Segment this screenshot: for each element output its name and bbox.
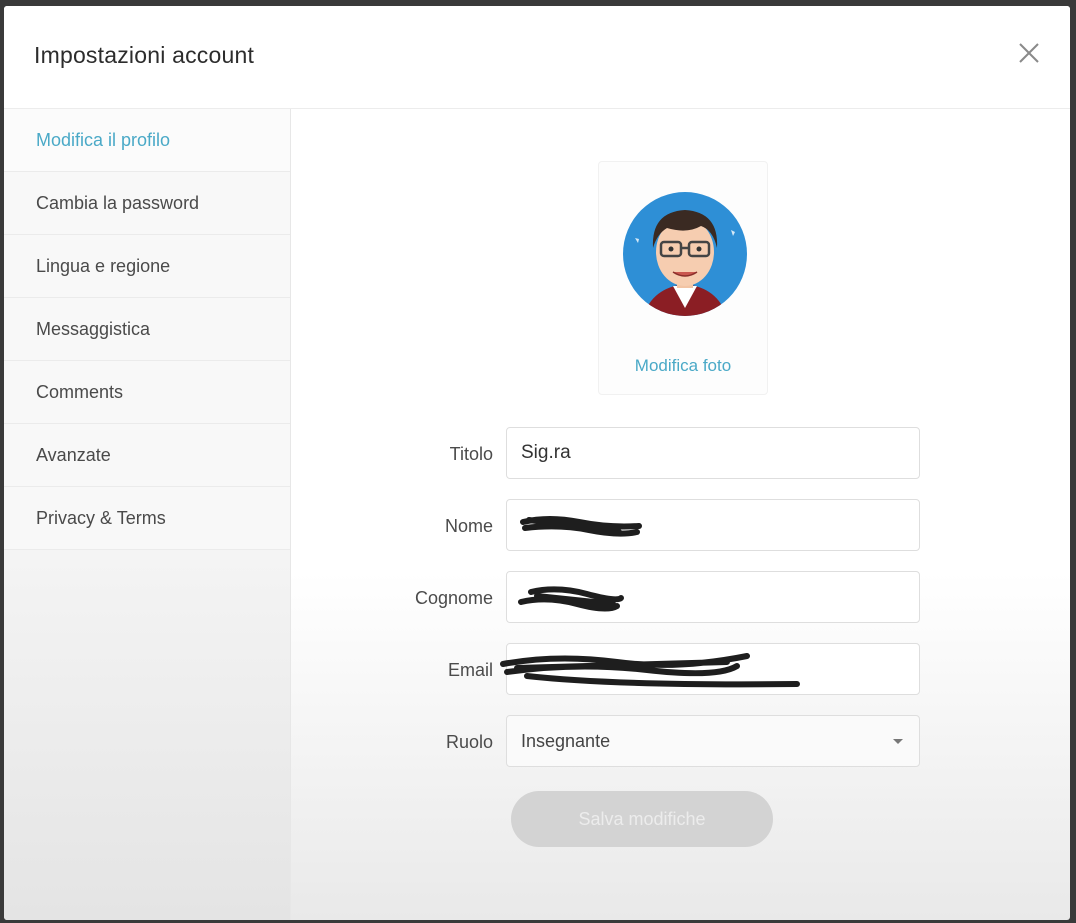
form-row-last-name: Cognome xyxy=(291,571,991,625)
close-icon[interactable] xyxy=(1016,40,1042,66)
last-name-label: Cognome xyxy=(414,588,493,608)
avatar-card: Modifica foto xyxy=(598,161,768,395)
sidebar-item-change-password[interactable]: Cambia la password xyxy=(4,172,290,235)
title-input[interactable]: Sig.ra xyxy=(506,427,920,479)
edit-photo-link[interactable]: Modifica foto xyxy=(599,356,767,376)
form-row-role: Ruolo Insegnante xyxy=(291,715,991,769)
sidebar-item-edit-profile[interactable]: Modifica il profilo xyxy=(4,109,290,172)
cartoon-avatar-icon[interactable] xyxy=(621,190,749,318)
first-name-label: Nome xyxy=(444,516,493,536)
sidebar-item-messaging[interactable]: Messaggistica xyxy=(4,298,290,361)
sidebar-item-privacy-terms[interactable]: Privacy & Terms xyxy=(4,487,290,550)
redaction-scribble xyxy=(500,653,800,688)
title-label: Titolo xyxy=(449,444,493,464)
profile-form: Modifica foto Titolo Sig.ra Nome Cognome xyxy=(291,109,1070,920)
sidebar-item-comments[interactable]: Comments xyxy=(4,361,290,424)
redaction-scribble xyxy=(520,516,642,537)
email-input[interactable] xyxy=(500,643,920,695)
email-label: Email xyxy=(447,660,493,680)
account-settings-dialog: Impostazioni account Modifica il profilo… xyxy=(4,6,1070,920)
last-name-input[interactable] xyxy=(506,571,920,623)
dialog-header: Impostazioni account xyxy=(4,6,1070,109)
sidebar-item-language-region[interactable]: Lingua e regione xyxy=(4,235,290,298)
form-row-title: Titolo Sig.ra xyxy=(291,427,991,481)
sidebar-item-advanced[interactable]: Avanzate xyxy=(4,424,290,487)
first-name-input[interactable] xyxy=(506,499,920,551)
chevron-down-icon xyxy=(893,739,903,744)
save-changes-button[interactable]: Salva modifiche xyxy=(511,791,773,847)
form-row-email: Email xyxy=(291,643,991,697)
role-select[interactable]: Insegnante xyxy=(506,715,920,767)
dialog-title: Impostazioni account xyxy=(34,42,255,68)
redaction-scribble xyxy=(518,586,624,612)
settings-sidebar: Modifica il profilo Cambia la password L… xyxy=(4,109,291,920)
role-select-value: Insegnante xyxy=(521,731,611,751)
role-label: Ruolo xyxy=(445,732,493,752)
form-row-first-name: Nome xyxy=(291,499,991,553)
